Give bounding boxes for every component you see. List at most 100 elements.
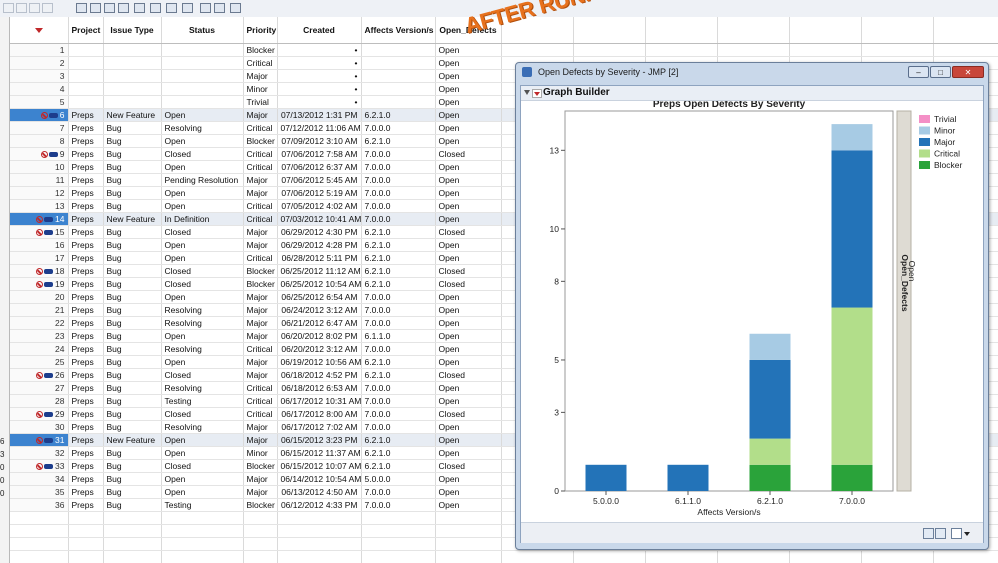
split-icon[interactable] [182,3,193,13]
column-header-issue-type[interactable]: Issue Type [103,17,162,44]
cell-priority[interactable]: Trivial [243,95,278,109]
cell-created[interactable]: 07/13/2012 1:31 PM [277,108,362,122]
cell-issue-type[interactable] [103,95,162,109]
chevron-down-icon[interactable] [964,532,970,536]
cell-priority[interactable]: Major [243,108,278,122]
cell-status[interactable]: Pending Resolution [161,173,244,187]
cell-priority[interactable]: Major [243,433,278,447]
cell-status[interactable]: Closed [161,368,244,382]
cell-created[interactable]: 06/29/2012 4:30 PM [277,225,362,239]
cell-open-defects[interactable]: Closed [435,407,502,421]
row-number-cell[interactable]: 20 [10,290,69,304]
cell-affects-version[interactable]: 7.0.0.0 [361,303,436,317]
row-number-cell[interactable]: 32 [10,446,69,460]
cell-created[interactable]: • [277,43,362,57]
cell-priority[interactable]: Major [243,69,278,83]
cell-affects-version[interactable]: 7.0.0.0 [361,290,436,304]
cell-affects-version[interactable]: 7.0.0.0 [361,498,436,512]
row-number-cell[interactable]: 26 [10,368,69,382]
red-menu-triangle-icon[interactable] [532,89,542,98]
square-icon[interactable] [951,528,962,539]
row-number-cell[interactable]: 6 [10,108,69,122]
cell-open-defects[interactable]: Open [435,381,502,395]
cell-issue-type[interactable]: Bug [103,290,162,304]
empty-cell[interactable] [717,43,790,57]
cell-status[interactable]: Open [161,472,244,486]
cell-open-defects[interactable]: Open [435,160,502,174]
cell-affects-version[interactable]: 6.2.1.0 [361,225,436,239]
cell-open-defects[interactable]: Open [435,329,502,343]
cell-open-defects[interactable]: Open [435,238,502,252]
cell-status[interactable]: Resolving [161,381,244,395]
row-number-cell[interactable]: 28 [10,394,69,408]
cell-open-defects[interactable]: Open [435,212,502,226]
cell-issue-type[interactable]: Bug [103,420,162,434]
cell-created[interactable]: 07/06/2012 7:58 AM [277,147,362,161]
cell-open-defects[interactable]: Open [435,199,502,213]
minimize-button[interactable]: – [908,66,929,78]
cell-open-defects[interactable]: Open [435,446,502,460]
cell-project[interactable]: Preps [68,186,104,200]
distribution-icon[interactable] [90,3,101,13]
empty-cell[interactable] [645,43,718,57]
cell-status[interactable]: Closed [161,147,244,161]
up-icon[interactable] [923,528,934,539]
cell-created[interactable]: 07/06/2012 5:19 AM [277,186,362,200]
cell-issue-type[interactable] [103,56,162,70]
cell-created[interactable]: 06/20/2012 3:12 AM [277,342,362,356]
cell-priority[interactable]: Critical [243,407,278,421]
cell-status[interactable]: Open [161,160,244,174]
cell-affects-version[interactable]: 5.0.0.0 [361,472,436,486]
cell-project[interactable]: Preps [68,407,104,421]
row-number-cell[interactable]: 16 [10,238,69,252]
cell-affects-version[interactable]: 7.0.0.0 [361,381,436,395]
cell-open-defects[interactable]: Open [435,316,502,330]
cell-project[interactable]: Preps [68,108,104,122]
column-header-status[interactable]: Status [161,17,244,44]
close-button[interactable]: ✕ [952,66,984,78]
row-number-cell[interactable]: 35 [10,485,69,499]
cell-affects-version[interactable]: 7.0.0.0 [361,147,436,161]
cell-created[interactable]: 07/05/2012 4:02 AM [277,199,362,213]
cell-issue-type[interactable]: New Feature [103,108,162,122]
hierarchy-icon[interactable] [166,3,177,13]
cell-affects-version[interactable]: 7.0.0.0 [361,342,436,356]
cell-open-defects[interactable]: Open [435,290,502,304]
bivariate-icon[interactable] [118,3,129,13]
table-icon[interactable] [200,3,211,13]
cell-project[interactable]: Preps [68,342,104,356]
cell-created[interactable]: 06/28/2012 5:11 PM [277,251,362,265]
cell-created[interactable]: • [277,69,362,83]
cell-created[interactable]: 06/12/2012 4:33 PM [277,498,362,512]
cell-affects-version[interactable]: 7.0.0.0 [361,186,436,200]
row-number-cell[interactable]: 4 [10,82,69,96]
cell-issue-type[interactable] [103,69,162,83]
cell-issue-type[interactable]: Bug [103,446,162,460]
cell-open-defects[interactable]: Open [435,43,502,57]
cell-issue-type[interactable]: Bug [103,147,162,161]
cell-priority[interactable]: Critical [243,251,278,265]
cell-priority[interactable]: Blocker [243,277,278,291]
cell-open-defects[interactable]: Open [435,173,502,187]
cell-issue-type[interactable]: Bug [103,407,162,421]
cell-created[interactable]: 06/18/2012 6:53 AM [277,381,362,395]
cell-affects-version[interactable]: 6.2.1.0 [361,355,436,369]
cell-priority[interactable]: Minor [243,446,278,460]
cell-project[interactable] [68,43,104,57]
cell-affects-version[interactable]: 7.0.0.0 [361,121,436,135]
row-number-cell[interactable]: 27 [10,381,69,395]
cell-open-defects[interactable]: Open [435,355,502,369]
cell-created[interactable]: 07/06/2012 5:45 AM [277,173,362,187]
row-number-cell[interactable]: 24 [10,342,69,356]
cell-created[interactable]: 06/25/2012 6:54 AM [277,290,362,304]
cell-issue-type[interactable]: Bug [103,498,162,512]
cell-open-defects[interactable]: Open [435,108,502,122]
cell-issue-type[interactable]: Bug [103,238,162,252]
cell-created[interactable]: • [277,56,362,70]
cell-project[interactable]: Preps [68,277,104,291]
row-number-cell[interactable]: 29 [10,407,69,421]
tree-icon[interactable] [134,3,145,13]
cell-priority[interactable]: Critical [243,121,278,135]
cell-project[interactable]: Preps [68,199,104,213]
cell-affects-version[interactable]: 7.0.0.0 [361,407,436,421]
